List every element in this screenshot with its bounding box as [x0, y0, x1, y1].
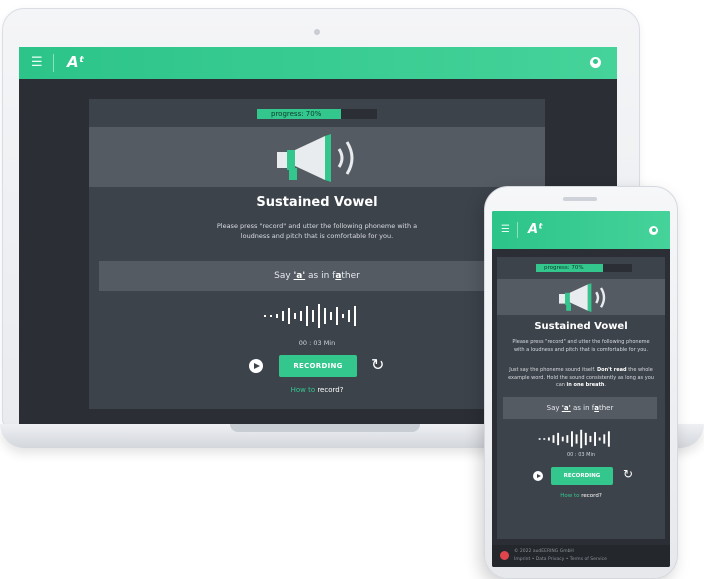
task-banner: [89, 127, 545, 187]
user-account-icon[interactable]: [590, 57, 601, 68]
phone-waveform-icon: [538, 429, 610, 449]
extra-instruction-one-breath: in one breath: [566, 382, 605, 388]
phoneme-prompt: Say 'a' as in father: [99, 261, 535, 291]
phone-phoneme-symbol: 'a': [561, 404, 571, 412]
phone-task-extra-instruction: Just say the phoneme sound itself. Don't…: [503, 367, 659, 390]
phone-device: ☰ Aᵗ progress: 70% Sustained Vowel Pleas…: [484, 186, 678, 579]
phone-progress-bar: progress: 70%: [536, 264, 632, 272]
phone-play-button[interactable]: [533, 471, 543, 481]
footer-copyright: © 2022 audEERING GmbH: [514, 549, 574, 554]
phoneme-prompt-middle: as in f: [305, 271, 336, 281]
phone-task-title: Sustained Vowel: [534, 321, 628, 332]
phone-hamburger-menu-icon[interactable]: ☰: [501, 225, 510, 235]
phoneme-symbol: 'a': [293, 271, 306, 281]
play-button[interactable]: [249, 359, 263, 373]
progress-label: progress: 70%: [271, 110, 322, 118]
phoneme-prompt-prefix: Say: [274, 271, 294, 281]
task-instruction: Please press "record" and utter the foll…: [216, 222, 418, 240]
app-bar-divider: [53, 54, 54, 72]
phone-phoneme-prompt: Say 'a' as in father: [503, 397, 657, 419]
laptop-notch: [230, 424, 420, 432]
phone-reset-icon[interactable]: ↻: [623, 467, 633, 481]
phone-task-banner: [497, 279, 665, 315]
brand-logo[interactable]: Aᵗ: [67, 53, 84, 71]
phone-progress-label: progress: 70%: [544, 265, 584, 271]
phone-howto-record-link[interactable]: How to record?: [497, 493, 665, 499]
extra-instruction-post: .: [604, 382, 607, 388]
megaphone-icon: [277, 134, 354, 182]
phone-record-button[interactable]: RECORDING: [551, 467, 613, 485]
record-button[interactable]: RECORDING: [279, 355, 357, 377]
phone-howto-link-text[interactable]: How to: [560, 493, 579, 499]
phone-user-account-icon[interactable]: [649, 226, 658, 235]
phone-howto-link-rest[interactable]: record?: [580, 493, 602, 499]
progress-bar: progress: 70%: [257, 109, 377, 119]
phone-speaker: [563, 197, 597, 201]
reset-icon[interactable]: ↻: [371, 356, 384, 374]
phone-app-bar: ☰ Aᵗ: [492, 211, 670, 249]
phone-phoneme-prompt-middle: as in f: [570, 404, 595, 412]
phone-recording-timer: 00 : 03 Min: [566, 452, 596, 458]
phone-app-bar-divider: [517, 222, 518, 238]
phone-footer: © 2022 audEERING GmbH Imprint • Data Pri…: [492, 545, 670, 567]
company-logo-icon: [500, 551, 509, 560]
recording-timer: 00 : 03 Min: [298, 339, 336, 347]
phoneme-prompt-suffix: ther: [341, 271, 360, 281]
task-card: progress: 70% Sustained Vowel Please pre…: [89, 99, 545, 409]
hamburger-menu-icon[interactable]: ☰: [31, 56, 43, 69]
extra-instruction-dont-read: Don't read: [596, 367, 627, 373]
app-bar: ☰ Aᵗ: [19, 47, 617, 79]
footer-links[interactable]: Imprint • Data Privacy • Terms of Servic…: [514, 557, 607, 562]
howto-link-text[interactable]: How to: [291, 386, 316, 394]
phone-task-card: progress: 70% Sustained Vowel Please pre…: [497, 257, 665, 539]
phone-task-instruction: Please press "record" and utter the foll…: [512, 339, 650, 353]
waveform-icon: [264, 304, 356, 328]
laptop-camera: [314, 29, 320, 35]
phone-megaphone-icon: [559, 283, 606, 312]
howto-link-rest[interactable]: record?: [315, 386, 343, 394]
extra-instruction-pre: Just say the phoneme sound itself.: [509, 367, 597, 373]
phone-phoneme-prompt-suffix: ther: [598, 404, 614, 412]
phone-brand-logo[interactable]: Aᵗ: [528, 222, 543, 237]
howto-record-link[interactable]: How to record?: [89, 386, 545, 394]
task-title: Sustained Vowel: [256, 195, 378, 210]
phone-screen: ☰ Aᵗ progress: 70% Sustained Vowel Pleas…: [492, 211, 670, 567]
phone-phoneme-prompt-prefix: Say: [546, 404, 562, 412]
